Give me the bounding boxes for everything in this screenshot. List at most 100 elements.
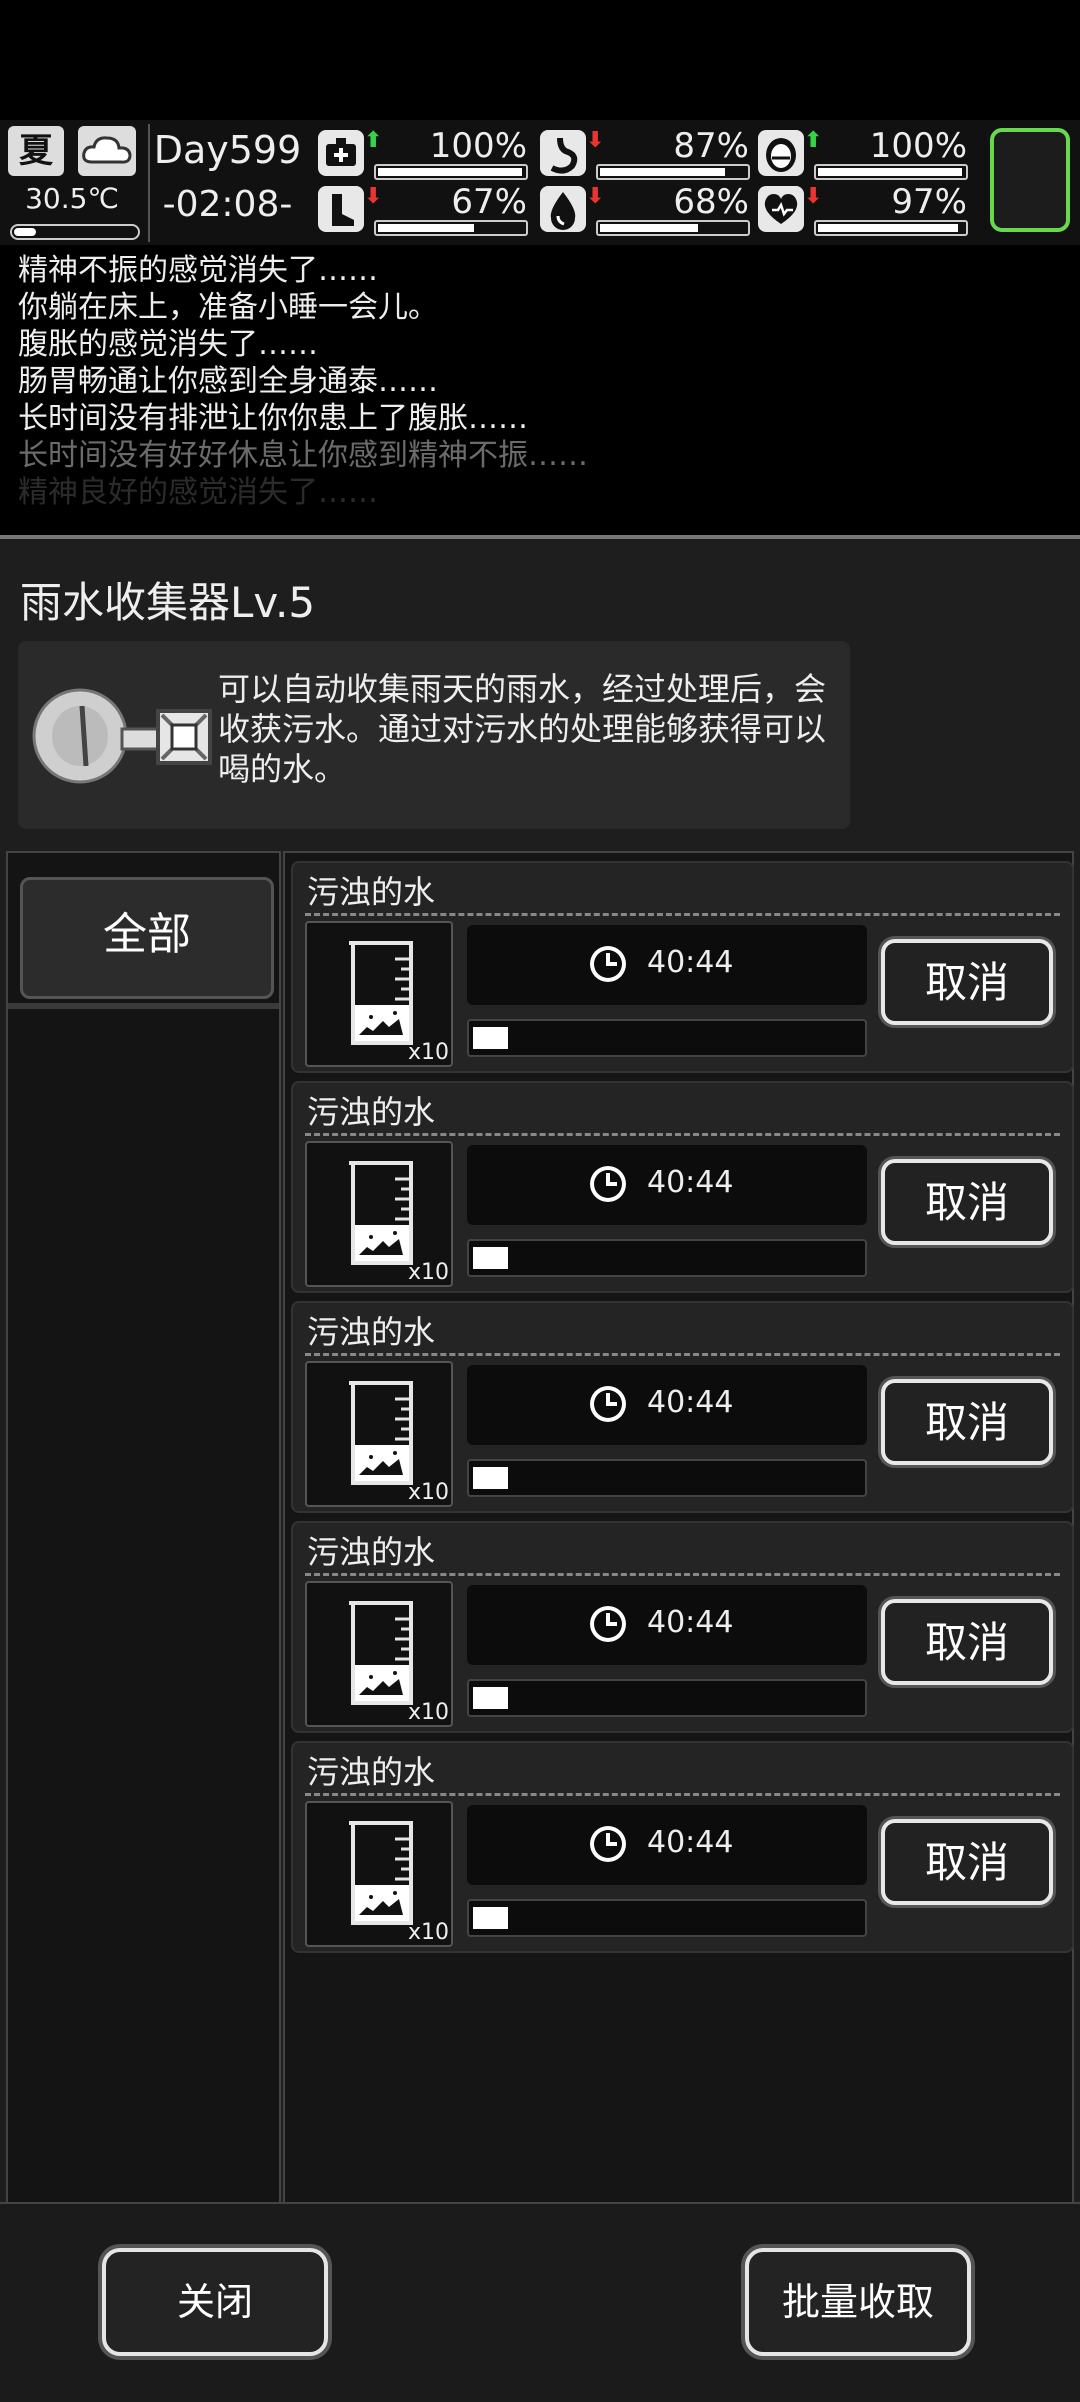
log-line: 长时间没有排泄让你你患上了腹胀……: [18, 401, 528, 436]
list-item: 污浊的水 x10 40:44 取消: [291, 1081, 1074, 1293]
list-item: 污浊的水 x10 40:44 取消: [291, 1301, 1074, 1513]
close-button[interactable]: 关闭: [102, 2248, 328, 2356]
stat-bar: [814, 164, 968, 180]
list-item: 污浊的水 x10 40:44 取消: [291, 1741, 1074, 1953]
item-quantity: x10: [407, 1480, 449, 1505]
stat-stamina: ⬇ 67%: [318, 182, 533, 238]
cancel-button[interactable]: 取消: [881, 1159, 1053, 1245]
stat-health: ⬆ 100%: [318, 126, 533, 182]
trend-up-icon: ⬆: [804, 128, 823, 153]
filter-all-button[interactable]: 全部: [20, 877, 274, 999]
divider: [305, 1793, 1060, 1796]
item-quantity: x10: [407, 1920, 449, 1945]
stat-bar: [374, 220, 528, 236]
clock-icon: [587, 1603, 629, 1645]
item-slot[interactable]: x10: [305, 921, 453, 1067]
cancel-button[interactable]: 取消: [881, 1599, 1053, 1685]
timer: 40:44: [467, 925, 867, 1005]
timer: 40:44: [467, 1585, 867, 1665]
beaker-icon: [345, 1377, 419, 1493]
timer-text: 40:44: [647, 1825, 734, 1860]
divider: [305, 913, 1060, 916]
item-name: 污浊的水: [307, 1313, 436, 1351]
divider: [8, 1003, 279, 1009]
description-box: 可以自动收集雨天的雨水，经过处理后，会收获污水。通过对污水的处理能够获得可以喝的…: [18, 641, 850, 829]
stat-bladder: ⬆ 100%: [758, 126, 973, 182]
timer-text: 40:44: [647, 945, 734, 980]
stat-value: 100%: [869, 126, 967, 166]
list-item: 污浊的水 x10 40:44 取消: [291, 861, 1074, 1073]
stat-bar: [596, 164, 750, 180]
stat-bar: [596, 220, 750, 236]
stat-stomach: ⬇ 87%: [540, 126, 755, 182]
item-slot[interactable]: x10: [305, 1361, 453, 1507]
item-quantity: x10: [407, 1700, 449, 1725]
cloud-icon: [78, 126, 136, 176]
item-list[interactable]: 污浊的水 x10 40:44 取消 污浊的水 x10 40:44 取消 污浊的水 x10 40:44…: [283, 851, 1074, 2205]
stat-value: 68%: [673, 182, 749, 222]
trend-down-icon: ⬇: [364, 184, 383, 209]
quick-slot[interactable]: [990, 128, 1070, 232]
panel-title: 雨水收集器Lv.5: [20, 578, 316, 627]
bladder-icon: [758, 130, 804, 176]
collect-all-button[interactable]: 批量收取: [745, 2248, 971, 2356]
item-slot[interactable]: x10: [305, 1141, 453, 1287]
clock-icon: [587, 943, 629, 985]
clock-icon: [587, 1823, 629, 1865]
list-item: 污浊的水 x10 40:44 取消: [291, 1521, 1074, 1733]
rain-collector-icon: [32, 688, 212, 784]
water-drop-icon: [540, 186, 586, 232]
timer-text: 40:44: [647, 1605, 734, 1640]
status-bar: 夏 30.5℃ Day599 -02:08- ⬆ 100% ⬇ 87% ⬆ 100% ⬇ 67…: [0, 120, 1080, 245]
beaker-icon: [345, 937, 419, 1053]
item-slot[interactable]: x10: [305, 1801, 453, 1947]
stat-value: 87%: [673, 126, 749, 166]
clock-icon: [587, 1383, 629, 1425]
timer: 40:44: [467, 1365, 867, 1445]
progress-bar: [467, 1239, 867, 1277]
stat-value: 67%: [451, 182, 527, 222]
log-line: 长时间没有好好休息让你感到精神不振……: [18, 438, 588, 473]
item-name: 污浊的水: [307, 1093, 436, 1131]
timer-text: 40:44: [647, 1165, 734, 1200]
log-line: 精神不振的感觉消失了……: [18, 253, 378, 288]
cancel-button[interactable]: 取消: [881, 1379, 1053, 1465]
divider: [305, 1573, 1060, 1576]
clock-icon: [587, 1163, 629, 1205]
divider: [305, 1353, 1060, 1356]
bottom-bar: 关闭 批量收取: [0, 2202, 1080, 2402]
rain-collector-panel: 雨水收集器Lv.5 可以自动收集雨天的雨水，经过处理后，会收获污水。通过对污水的…: [0, 535, 1080, 2400]
health-icon: [318, 130, 364, 176]
stat-bar: [814, 220, 968, 236]
trend-down-icon: ⬇: [586, 128, 605, 153]
heart-icon: [758, 186, 804, 232]
message-log: 精神不振的感觉消失了…… 你躺在床上，准备小睡一会儿。 腹胀的感觉消失了…… 肠…: [18, 252, 1068, 511]
progress-bar: [467, 1899, 867, 1937]
item-quantity: x10: [407, 1040, 449, 1065]
item-name: 污浊的水: [307, 873, 436, 911]
temperature-bar: [10, 224, 140, 240]
stat-value: 100%: [429, 126, 527, 166]
progress-bar: [467, 1679, 867, 1717]
log-line: 你躺在床上，准备小睡一会儿。: [18, 290, 438, 325]
description-text: 可以自动收集雨天的雨水，经过处理后，会收获污水。通过对污水的处理能够获得可以喝的…: [218, 670, 827, 788]
item-name: 污浊的水: [307, 1753, 436, 1791]
timer: 40:44: [467, 1145, 867, 1225]
item-name: 污浊的水: [307, 1533, 436, 1571]
trend-down-icon: ⬇: [804, 184, 823, 209]
log-line: 腹胀的感觉消失了……: [18, 327, 318, 362]
item-quantity: x10: [407, 1260, 449, 1285]
season-badge: 夏: [8, 126, 64, 176]
stamina-icon: [318, 186, 364, 232]
cancel-button[interactable]: 取消: [881, 939, 1053, 1025]
cancel-button[interactable]: 取消: [881, 1819, 1053, 1905]
beaker-icon: [345, 1157, 419, 1273]
game-clock: -02:08-: [162, 184, 293, 225]
log-line: 精神良好的感觉消失了……: [18, 475, 378, 510]
stat-bar: [374, 164, 528, 180]
progress-bar: [467, 1019, 867, 1057]
beaker-icon: [345, 1817, 419, 1933]
day-counter: Day599: [153, 128, 302, 172]
filter-column: 全部: [6, 851, 281, 2205]
item-slot[interactable]: x10: [305, 1581, 453, 1727]
